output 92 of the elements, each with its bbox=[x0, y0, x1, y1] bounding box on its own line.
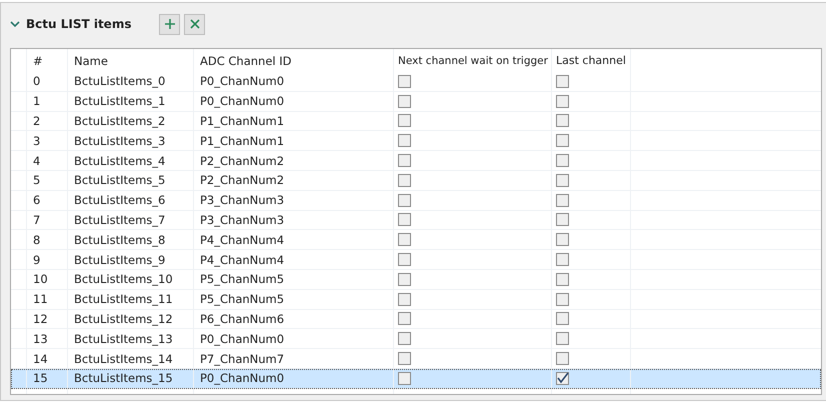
table-cell: P0_ChanNum0 bbox=[194, 72, 394, 91]
table-cell: P3_ChanNum3 bbox=[194, 210, 394, 230]
checkbox[interactable] bbox=[398, 253, 411, 266]
column-header[interactable]: Name bbox=[68, 49, 194, 72]
checkbox[interactable] bbox=[398, 312, 411, 326]
plus-icon bbox=[164, 18, 176, 30]
table-cell: 14 bbox=[27, 349, 68, 368]
checkbox[interactable] bbox=[556, 332, 569, 346]
checkbox[interactable] bbox=[556, 372, 569, 385]
column-header[interactable]: Next channel wait on trigger bbox=[394, 49, 552, 72]
table-cell: 3 bbox=[27, 131, 68, 150]
table-cell: 11 bbox=[27, 290, 68, 309]
checkbox[interactable] bbox=[556, 154, 569, 168]
table-cell: P0_ChanNum0 bbox=[194, 92, 394, 111]
checkbox[interactable] bbox=[398, 94, 411, 108]
table-cell: 9 bbox=[27, 250, 68, 269]
table-cell: P2_ChanNum2 bbox=[194, 151, 394, 170]
table-cell: 12 bbox=[27, 310, 68, 328]
table-cell: BctuListItems_10 bbox=[68, 270, 194, 289]
table-cell: 0 bbox=[27, 72, 68, 91]
checkbox[interactable] bbox=[398, 74, 411, 88]
close-icon bbox=[190, 19, 200, 29]
checkbox[interactable] bbox=[398, 114, 411, 128]
table-cell: BctuListItems_12 bbox=[68, 310, 194, 328]
table-cell: BctuListItems_9 bbox=[68, 250, 194, 269]
remove-button[interactable] bbox=[184, 14, 206, 34]
checkbox[interactable] bbox=[556, 134, 569, 148]
table-cell: BctuListItems_4 bbox=[68, 151, 194, 170]
table-cell: P2_ChanNum2 bbox=[194, 170, 394, 190]
table-cell: 8 bbox=[27, 230, 68, 250]
add-button[interactable] bbox=[159, 14, 180, 34]
table-cell: BctuListItems_7 bbox=[68, 210, 194, 230]
table-cell: BctuListItems_15 bbox=[68, 368, 194, 388]
checkbox[interactable] bbox=[556, 213, 569, 226]
table-cell: P3_ChanNum3 bbox=[194, 190, 394, 210]
checkbox[interactable] bbox=[556, 292, 569, 306]
table-cell: BctuListItems_11 bbox=[68, 290, 194, 309]
checkbox[interactable] bbox=[556, 94, 569, 108]
table-cell: BctuListItems_8 bbox=[68, 230, 194, 250]
table-cell: 10 bbox=[27, 270, 68, 289]
table-cell: 4 bbox=[27, 151, 68, 170]
table-cell: P5_ChanNum5 bbox=[194, 270, 394, 289]
column-header[interactable]: ADC Channel ID bbox=[194, 49, 394, 72]
checkbox[interactable] bbox=[398, 213, 411, 226]
table-cell: P6_ChanNum6 bbox=[194, 310, 394, 328]
table-cell: BctuListItems_1 bbox=[68, 92, 194, 111]
table-cell: BctuListItems_6 bbox=[68, 190, 194, 210]
table-cell: P4_ChanNum4 bbox=[194, 250, 394, 269]
checkbox[interactable] bbox=[556, 114, 569, 128]
chevron-down-icon[interactable] bbox=[10, 20, 20, 28]
table-cell: P7_ChanNum7 bbox=[194, 349, 394, 368]
table-cell: BctuListItems_5 bbox=[68, 170, 194, 190]
checkbox[interactable] bbox=[556, 194, 569, 207]
table-cell: P5_ChanNum5 bbox=[194, 290, 394, 309]
table-cell: P4_ChanNum4 bbox=[194, 230, 394, 250]
checkbox[interactable] bbox=[398, 352, 411, 366]
checkbox[interactable] bbox=[556, 253, 569, 266]
checkbox[interactable] bbox=[398, 233, 411, 246]
checkbox[interactable] bbox=[556, 233, 569, 246]
checkbox[interactable] bbox=[556, 352, 569, 366]
checkbox[interactable] bbox=[398, 194, 411, 207]
checkbox[interactable] bbox=[398, 272, 411, 286]
checkbox[interactable] bbox=[398, 292, 411, 306]
checkbox[interactable] bbox=[556, 174, 569, 187]
section-title: Bctu LIST items bbox=[26, 17, 132, 31]
table-cell: 2 bbox=[27, 112, 68, 130]
column-header[interactable]: # bbox=[27, 49, 68, 72]
table-cell: 13 bbox=[27, 329, 68, 348]
table-cell: 1 bbox=[27, 92, 68, 111]
table-cell: BctuListItems_14 bbox=[68, 349, 194, 368]
table-cell: P1_ChanNum1 bbox=[194, 112, 394, 130]
checkbox[interactable] bbox=[398, 372, 411, 385]
table-cell: BctuListItems_13 bbox=[68, 329, 194, 348]
checkbox[interactable] bbox=[398, 332, 411, 346]
table-cell: BctuListItems_0 bbox=[68, 72, 194, 91]
table-cell: 6 bbox=[27, 190, 68, 210]
checkbox[interactable] bbox=[398, 174, 411, 187]
checkbox[interactable] bbox=[398, 134, 411, 148]
table-cell: 15 bbox=[27, 368, 68, 388]
table-cell: P0_ChanNum0 bbox=[194, 368, 394, 388]
table-cell: P1_ChanNum1 bbox=[194, 131, 394, 150]
checkbox[interactable] bbox=[398, 154, 411, 168]
checkbox[interactable] bbox=[556, 272, 569, 286]
table-cell: 5 bbox=[27, 170, 68, 190]
checkbox[interactable] bbox=[556, 312, 569, 326]
table-cell: BctuListItems_2 bbox=[68, 112, 194, 130]
table-cell: P0_ChanNum0 bbox=[194, 329, 394, 348]
table-cell: 7 bbox=[27, 210, 68, 230]
table-cell: BctuListItems_3 bbox=[68, 131, 194, 150]
selected-row[interactable]: 15 BctuListItems_15 P0_ChanNum0 bbox=[11, 368, 821, 389]
checkbox[interactable] bbox=[556, 74, 569, 88]
column-header[interactable]: Last channel bbox=[552, 49, 631, 72]
